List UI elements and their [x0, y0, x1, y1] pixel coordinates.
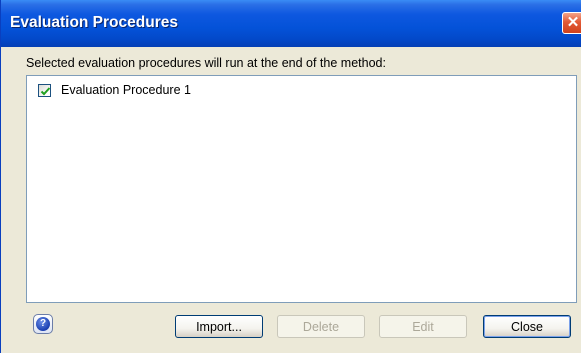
edit-button[interactable]: Edit: [379, 315, 467, 338]
close-button[interactable]: Close: [483, 315, 571, 338]
title-bar[interactable]: Evaluation Procedures ✕: [1, 0, 581, 47]
evaluation-procedures-dialog: Evaluation Procedures ✕ Selected evaluat…: [0, 0, 581, 353]
delete-button[interactable]: Delete: [277, 315, 365, 338]
check-icon: [40, 87, 51, 96]
instruction-text: Selected evaluation procedures will run …: [26, 56, 386, 70]
procedure-label: Evaluation Procedure 1: [61, 83, 191, 97]
procedure-checkbox[interactable]: [38, 84, 51, 97]
help-button[interactable]: ?: [33, 314, 53, 334]
procedure-list[interactable]: Evaluation Procedure 1: [26, 75, 577, 303]
close-icon[interactable]: ✕: [562, 12, 581, 34]
import-button[interactable]: Import...: [175, 315, 263, 338]
window-title: Evaluation Procedures: [10, 14, 178, 31]
help-icon: ?: [36, 317, 50, 331]
